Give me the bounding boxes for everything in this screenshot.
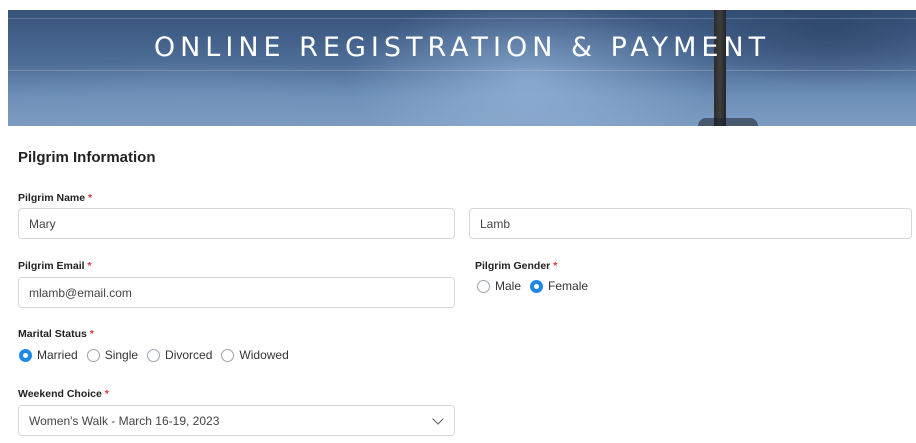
required-mark: *	[553, 260, 558, 272]
chevron-down-icon	[432, 413, 444, 425]
banner-rule	[8, 18, 916, 19]
email-value: mlamb@email.com	[29, 285, 132, 300]
last-name-value: Lamb	[480, 216, 511, 231]
required-mark: *	[89, 328, 94, 340]
last-name-field[interactable]: Lamb	[469, 208, 912, 239]
radio-label: Divorced	[165, 348, 213, 362]
radio-label: Widowed	[239, 348, 289, 362]
marital-widowed-radio[interactable]: Widowed	[221, 348, 289, 362]
required-mark: *	[88, 192, 93, 204]
marital-single-radio[interactable]: Single	[86, 348, 139, 362]
header-banner: ONLINE REGISTRATION & PAYMENT	[8, 10, 916, 126]
gender-male-radio[interactable]: Male	[477, 279, 521, 293]
required-mark: *	[87, 260, 92, 272]
radio-label: Male	[495, 279, 522, 293]
gender-radio-group: Male Female	[477, 279, 597, 293]
radio-off-icon	[477, 279, 490, 293]
radio-label: Female	[548, 279, 589, 293]
first-name-value: Mary	[29, 216, 56, 231]
weekend-choice-select[interactable]: Women's Walk - March 16-19, 2023	[18, 405, 455, 436]
cross-image	[714, 10, 726, 126]
radio-label: Married	[37, 348, 78, 362]
weekend-choice-label: Weekend Choice *	[18, 388, 109, 400]
radio-on-icon	[530, 279, 544, 293]
weekend-choice-value: Women's Walk - March 16-19, 2023	[29, 413, 220, 428]
banner-ground	[698, 118, 758, 126]
gender-female-radio[interactable]: Female	[530, 279, 588, 293]
radio-off-icon	[147, 348, 161, 362]
page-title: ONLINE REGISTRATION & PAYMENT	[153, 32, 771, 63]
email-field[interactable]: mlamb@email.com	[18, 277, 455, 308]
radio-on-icon	[19, 348, 32, 362]
radio-off-icon	[221, 348, 235, 362]
first-name-field[interactable]: Mary	[18, 208, 455, 239]
marital-divorced-radio[interactable]: Divorced	[147, 348, 212, 362]
radio-off-icon	[86, 348, 100, 362]
radio-label: Single	[104, 348, 139, 362]
marital-status-label: Marital Status *	[18, 328, 94, 340]
pilgrim-name-label: Pilgrim Name *	[18, 192, 93, 204]
pilgrim-gender-label: Pilgrim Gender *	[475, 260, 558, 272]
marital-radio-group: Married Single Divorced Widowed	[19, 348, 298, 362]
required-mark: *	[104, 388, 109, 400]
marital-married-radio[interactable]: Married	[19, 348, 78, 362]
banner-rule	[8, 70, 916, 71]
pilgrim-email-label: Pilgrim Email *	[18, 260, 92, 272]
section-title: Pilgrim Information	[18, 149, 156, 166]
